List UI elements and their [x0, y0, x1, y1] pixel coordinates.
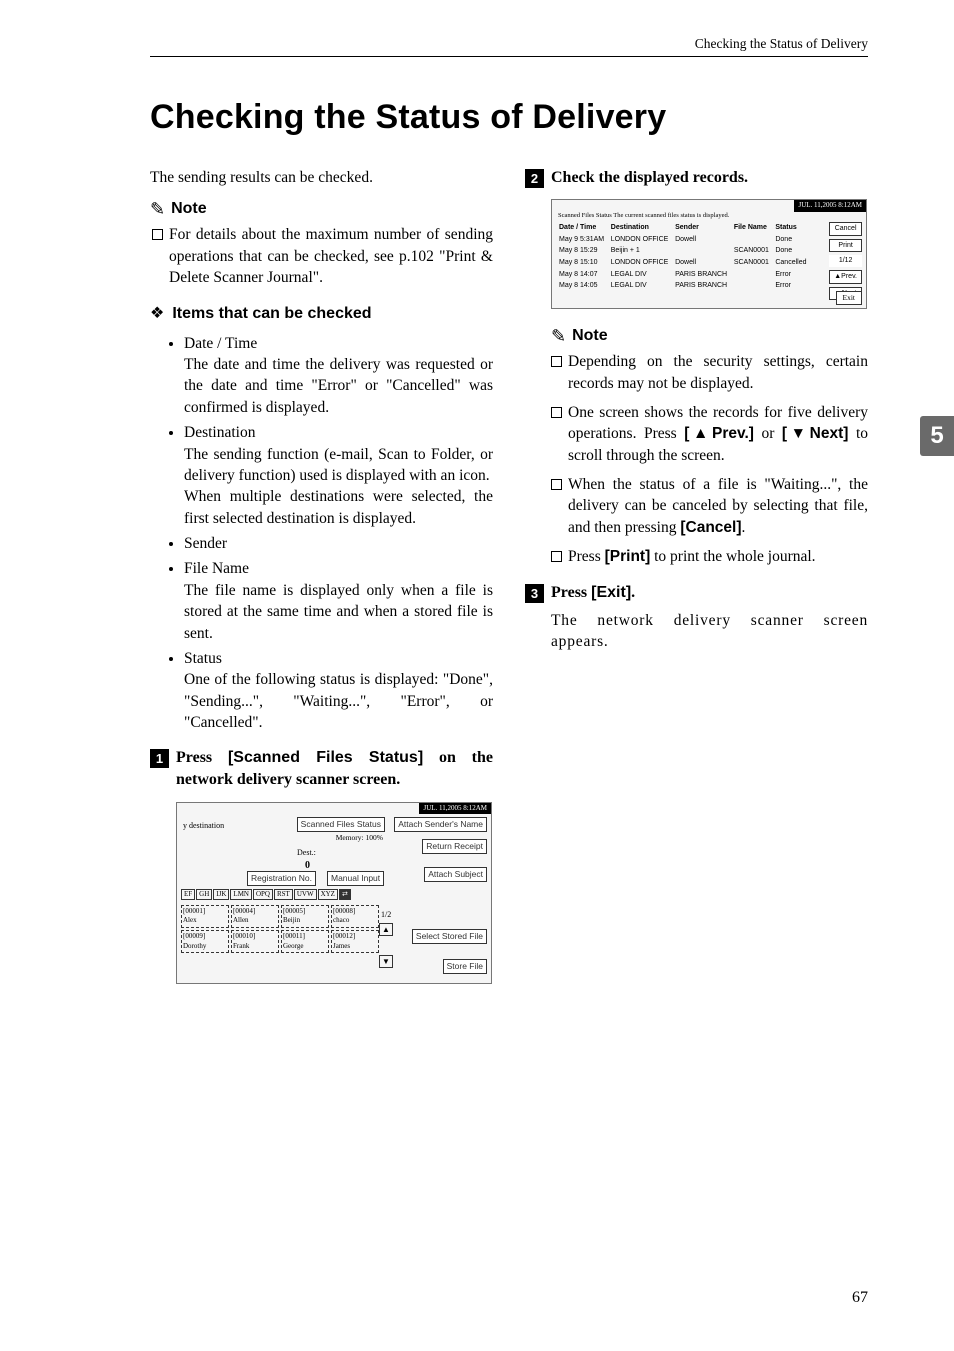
right-note-3: When the status of a file is "Waiting...… [568, 474, 868, 538]
exit-button[interactable]: Exit [836, 291, 863, 305]
square-bullet-icon [152, 229, 163, 240]
table-row: May 8 14:05LEGAL DIVPARIS BRANCHError [556, 280, 810, 292]
left-column: The sending results can be checked. ✎ No… [150, 167, 493, 984]
top-note-text: For details about the maximum number of … [169, 224, 493, 288]
right-note-1: Depending on the security settings, cert… [568, 351, 868, 394]
shot2-caption: Scanned Files Status The current scanned… [558, 212, 729, 221]
shot2-timestamp: JUL. 11,2005 8:12AM [794, 200, 866, 212]
return-receipt-button[interactable]: Return Receipt [422, 839, 487, 855]
scanned-files-status-button-ref: [Scanned Files Status] [228, 749, 423, 766]
right-note-4: Press [Print] to print the whole journal… [568, 546, 816, 567]
square-bullet-icon [551, 551, 562, 562]
item-body: The date and time the delivery was reque… [184, 354, 493, 418]
scanned-files-status-screenshot: JUL. 11,2005 8:12AM Scanned Files Status… [551, 199, 867, 309]
page-indicator: 1/12 [829, 255, 862, 267]
alpha-tabs[interactable]: EF GH IJK LMN OPQ RST UVW XYZ ⇄ [181, 889, 351, 901]
item-title: Status [184, 648, 493, 669]
diamond-icon: ❖ [150, 306, 164, 322]
header-rule [150, 56, 868, 57]
note-label: Note [572, 325, 608, 347]
item-title: Sender [184, 533, 493, 554]
cancel-button[interactable]: Cancel [829, 222, 862, 236]
grid-page-indicator: 1/2 [381, 909, 391, 920]
step-2-badge: 2 [525, 169, 544, 188]
item-body: One of the following status is displayed… [184, 669, 493, 733]
status-table: Date / TimeDestinationSenderFile NameSta… [556, 222, 810, 292]
cancel-button-ref: [Cancel] [680, 519, 741, 536]
square-bullet-icon [551, 407, 562, 418]
items-heading: Items that can be checked [172, 303, 371, 325]
grid-down-button[interactable]: ▼ [379, 955, 393, 968]
note-label: Note [171, 198, 207, 220]
step-2-text: Check the displayed records. [551, 167, 748, 189]
right-note-2: One screen shows the records for five de… [568, 402, 868, 466]
item-body: The sending function (e-mail, Scan to Fo… [184, 444, 493, 487]
item-body-2: When multiple destinations were selected… [184, 486, 493, 529]
list-item: File Name The file name is displayed onl… [184, 558, 493, 644]
prev-button[interactable]: ▲Prev. [829, 270, 862, 284]
square-bullet-icon [551, 356, 562, 367]
chapter-tab: 5 [920, 416, 954, 456]
step-1-pre: Press [176, 749, 228, 766]
table-row: May 8 15:10LONDON OFFICEDowellSCAN0001Ca… [556, 257, 810, 269]
attach-subject-button[interactable]: Attach Subject [424, 867, 487, 883]
memory-label: Memory: 100% [336, 833, 383, 843]
step-3-badge: 3 [525, 584, 544, 603]
print-button-ref: [Print] [605, 548, 651, 565]
switch-view-icon[interactable]: ⇄ [339, 889, 351, 901]
item-title: Date / Time [184, 333, 493, 354]
scanned-files-status-button[interactable]: Scanned Files Status [297, 817, 385, 833]
network-delivery-scanner-screenshot: JUL. 11,2005 8:12AM Scanned Files Status… [176, 802, 492, 984]
next-button-ref: [▼Next] [782, 425, 849, 442]
table-row: May 8 15:29Beijin + 1SCAN0001Done [556, 245, 810, 257]
item-title: File Name [184, 558, 493, 579]
list-item: Destination The sending function (e-mail… [184, 422, 493, 529]
table-row: May 9 5:31AMLONDON OFFICEDowellDone [556, 234, 810, 246]
page-title: Checking the Status of Delivery [150, 98, 868, 137]
prev-button-ref: [▲Prev.] [684, 425, 754, 442]
intro-paragraph: The sending results can be checked. [150, 167, 493, 188]
page-number: 67 [852, 1289, 868, 1307]
step-3-follow: The network delivery scanner screen appe… [551, 610, 868, 653]
grid-up-button[interactable]: ▲ [379, 923, 393, 936]
address-grid[interactable]: [00001]Alex [00004]Allen [00005]Beijin [… [181, 905, 379, 954]
destination-label: y destination [183, 820, 224, 831]
registration-no-button[interactable]: Registration No. [247, 871, 316, 887]
step-1-text: Press [Scanned Files Status] on the netw… [176, 747, 493, 791]
table-row: May 8 14:07LEGAL DIVPARIS BRANCHError [556, 269, 810, 281]
right-column: 2 Check the displayed records. JUL. 11,2… [525, 167, 868, 984]
exit-button-ref: [Exit] [591, 584, 631, 601]
select-stored-file-button[interactable]: Select Stored File [412, 929, 487, 945]
manual-input-button[interactable]: Manual Input [327, 871, 384, 887]
store-file-button[interactable]: Store File [443, 959, 487, 975]
pencil-icon: ✎ [551, 327, 566, 345]
page: Checking the Status of Delivery Checking… [0, 0, 954, 1351]
running-header: Checking the Status of Delivery [695, 36, 868, 52]
items-list: Date / Time The date and time the delive… [150, 333, 493, 734]
attach-senders-name-button[interactable]: Attach Sender's Name [394, 817, 487, 833]
square-bullet-icon [551, 479, 562, 490]
list-item: Date / Time The date and time the delive… [184, 333, 493, 419]
pencil-icon: ✎ [150, 200, 165, 218]
item-body: The file name is displayed only when a f… [184, 580, 493, 644]
dest-label: Dest.: [297, 847, 316, 858]
step-3-text: Press [Exit]. [551, 582, 635, 604]
item-title: Destination [184, 422, 493, 443]
step-1-badge: 1 [150, 749, 169, 768]
list-item: Status One of the following status is di… [184, 648, 493, 734]
shot1-timestamp: JUL. 11,2005 8:12AM [419, 803, 491, 815]
print-button[interactable]: Print [829, 239, 862, 253]
list-item: Sender [184, 533, 493, 554]
